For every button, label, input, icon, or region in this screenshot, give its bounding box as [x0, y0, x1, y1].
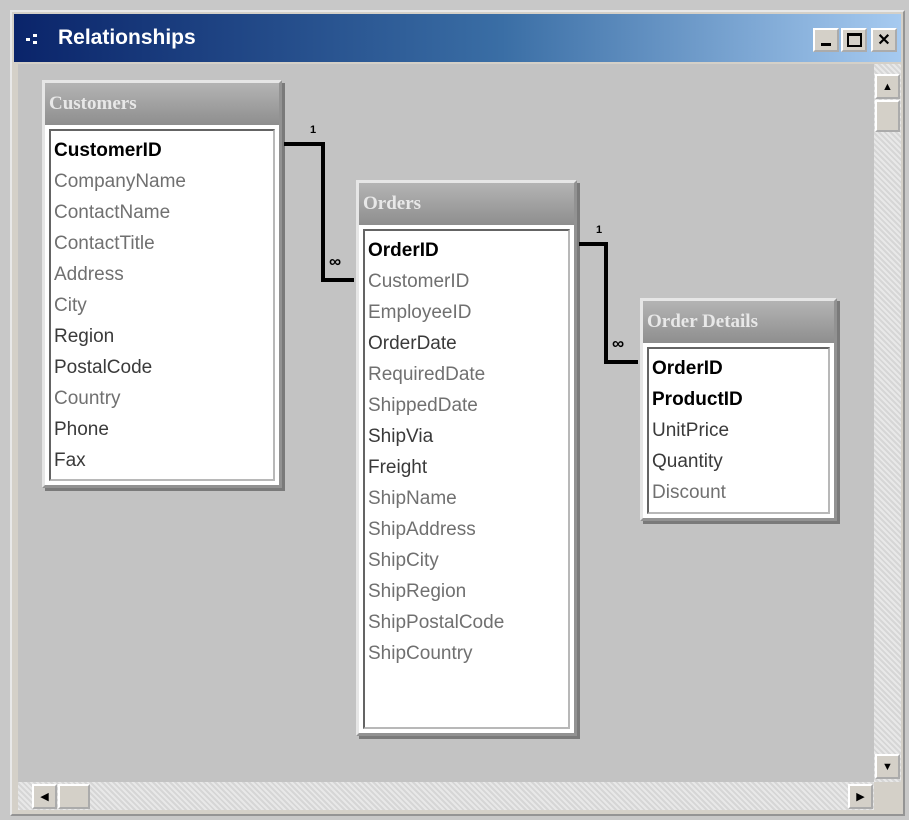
field-item[interactable]: UnitPrice: [652, 415, 828, 446]
table-orders[interactable]: Orders OrderID CustomerID EmployeeID OrderD…: [356, 180, 577, 736]
window-title: Relationships: [58, 26, 196, 49]
maximize-icon: [846, 33, 862, 47]
scroll-down-button[interactable]: ▼: [875, 754, 900, 779]
relationships-canvas[interactable]: Customers CustomerID CompanyName ContactNa…: [18, 64, 874, 782]
relationship-many-label: ∞: [612, 334, 625, 353]
field-item[interactable]: ShipCountry: [368, 638, 568, 669]
relationship-one-label: 1: [596, 224, 603, 236]
resize-grip[interactable]: [874, 782, 901, 810]
field-list-orders[interactable]: OrderID CustomerID EmployeeID OrderDate Requ…: [363, 229, 570, 729]
field-list-customers[interactable]: CustomerID CompanyName ContactName ContactT…: [49, 129, 275, 481]
field-item[interactable]: Freight: [368, 452, 568, 483]
field-item[interactable]: OrderID: [368, 235, 568, 266]
scroll-down-arrow-icon: ▼: [882, 760, 893, 773]
vertical-scroll-thumb[interactable]: [875, 100, 900, 132]
field-item[interactable]: ShipVia: [368, 421, 568, 452]
relationship-line-customers-orders[interactable]: [284, 142, 354, 282]
field-item[interactable]: EmployeeID: [368, 297, 568, 328]
horizontal-scrollbar[interactable]: ◀ ▶: [18, 782, 874, 810]
field-item[interactable]: ContactTitle: [54, 228, 273, 259]
field-item[interactable]: ContactName: [54, 197, 273, 228]
field-item[interactable]: ShipRegion: [368, 576, 568, 607]
field-item[interactable]: ShipCity: [368, 545, 568, 576]
table-header-orders[interactable]: Orders: [359, 183, 574, 225]
scroll-left-arrow-icon: ◀: [40, 791, 49, 803]
field-item[interactable]: ShipName: [368, 483, 568, 514]
table-customers[interactable]: Customers CustomerID CompanyName ContactNa…: [42, 80, 282, 488]
table-header-order-details[interactable]: Order Details: [643, 301, 834, 343]
field-item[interactable]: Discount: [652, 477, 828, 508]
relationship-line-orders-order-details[interactable]: [579, 242, 638, 364]
field-item[interactable]: OrderID: [652, 353, 828, 384]
field-item[interactable]: Phone: [54, 414, 273, 445]
scroll-up-button[interactable]: ▲: [875, 74, 900, 99]
scroll-left-button[interactable]: ◀: [32, 784, 57, 809]
field-list-order-details[interactable]: OrderID ProductID UnitPrice Quantity Discoun…: [647, 347, 830, 514]
field-item[interactable]: CompanyName: [54, 166, 273, 197]
vertical-scrollbar[interactable]: ▲ ▼: [874, 64, 901, 782]
field-item[interactable]: Quantity: [652, 446, 828, 477]
field-item[interactable]: Address: [54, 259, 273, 290]
maximize-button[interactable]: [841, 28, 867, 52]
field-item[interactable]: ShipAddress: [368, 514, 568, 545]
field-item[interactable]: City: [54, 290, 273, 321]
field-item[interactable]: PostalCode: [54, 352, 273, 383]
scroll-right-button[interactable]: ▶: [848, 784, 873, 809]
minimize-button[interactable]: [813, 28, 839, 52]
scroll-right-arrow-icon: ▶: [856, 791, 865, 803]
scroll-up-arrow-icon: ▲: [882, 80, 893, 93]
minimize-icon: [821, 43, 831, 46]
table-order-details[interactable]: Order Details OrderID ProductID UnitPrice Q…: [640, 298, 837, 521]
field-item[interactable]: ShipPostalCode: [368, 607, 568, 638]
relationship-many-label: ∞: [329, 252, 342, 271]
close-icon: ✕: [877, 32, 891, 49]
system-menu-icon[interactable]: [26, 34, 38, 44]
field-item[interactable]: Region: [54, 321, 273, 352]
field-item[interactable]: RequiredDate: [368, 359, 568, 390]
horizontal-scroll-thumb[interactable]: [58, 784, 90, 809]
field-item[interactable]: CustomerID: [368, 266, 568, 297]
field-item[interactable]: Fax: [54, 445, 273, 476]
relationship-one-label: 1: [310, 124, 317, 136]
title-bar[interactable]: Relationships ✕: [14, 14, 901, 62]
field-item[interactable]: CustomerID: [54, 135, 273, 166]
field-item[interactable]: Country: [54, 383, 273, 414]
table-header-customers[interactable]: Customers: [45, 83, 279, 125]
field-item[interactable]: OrderDate: [368, 328, 568, 359]
field-item[interactable]: ShippedDate: [368, 390, 568, 421]
relationships-window: Relationships ✕ Customers CustomerID Comp…: [10, 10, 905, 816]
field-item[interactable]: ProductID: [652, 384, 828, 415]
close-button[interactable]: ✕: [871, 28, 897, 52]
